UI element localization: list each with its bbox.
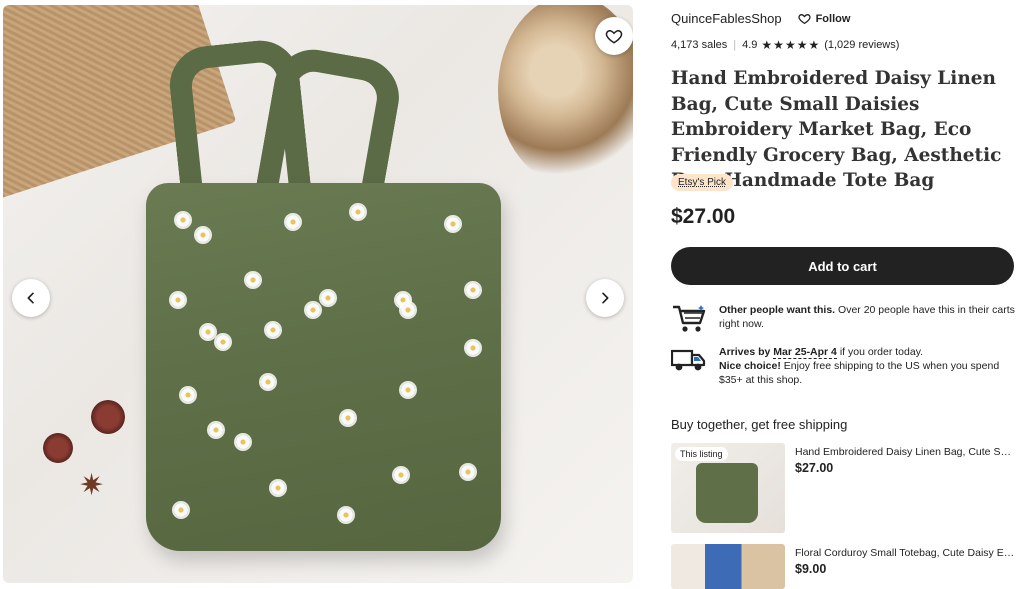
arrives-text: if you order today. [836,346,924,358]
this-listing-tag: This listing [675,447,728,461]
sales-count: 4,173 sales [671,39,728,51]
buy-together-item-price: $9.00 [795,562,827,576]
buy-together-title: Buy together, get free shipping [671,417,848,432]
tote-bag-image [146,183,501,551]
shipping-title: Nice choice! [719,360,781,372]
delivery-date[interactable]: Mar 25-Apr 4 [773,346,837,359]
buy-together-thumbnail[interactable] [671,544,785,589]
follow-shop-button[interactable]: Follow [797,12,851,25]
listing-image-gallery[interactable]: ✷ [3,5,633,583]
dried-rose-decoration [43,433,73,463]
heart-icon [605,29,623,44]
star-rating-icon: ★★★★★ [761,38,821,52]
next-image-button[interactable] [586,279,624,317]
stats-divider: | [733,39,737,51]
buy-together-item[interactable]: This listing Hand Embroidered Daisy Line… [671,443,1017,535]
add-to-cart-button[interactable]: Add to cart [671,247,1014,285]
heart-icon [797,14,811,25]
arrives-label: Arrives by [719,346,771,358]
demand-title: Other people want this. [719,304,836,316]
buy-together-thumbnail[interactable]: This listing [671,443,785,533]
chevron-left-icon [27,292,34,304]
favorite-button[interactable] [595,17,633,55]
etsys-pick-badge[interactable]: Etsy's Pick [671,174,734,191]
tote-bag-image [696,463,758,523]
rating-value: 4.9 [742,39,758,51]
demand-notice: Other people want this. Over 20 people h… [671,303,1016,340]
shop-stats: 4,173 sales | 4.9 ★★★★★ (1,029 reviews) [671,38,899,52]
shop-name-link[interactable]: QuinceFablesShop [671,11,782,26]
buy-together-item-name[interactable]: Hand Embroidered Daisy Linen Bag, Cute S… [795,446,1017,458]
buy-together-item-price: $27.00 [795,461,834,475]
follow-label: Follow [815,12,851,25]
star-anise-decoration: ✷ [79,469,105,502]
delivery-truck-icon [670,345,707,387]
shipping-notice: Arrives by Mar 25-Apr 4 if you order tod… [670,345,1016,387]
shop-header: QuinceFablesShop Follow [671,11,971,26]
shopping-cart-icon [671,303,707,340]
previous-image-button[interactable] [12,279,50,317]
reviews-link[interactable]: (1,029 reviews) [824,39,899,51]
buy-together-item[interactable]: Floral Corduroy Small Totebag, Cute Dais… [671,544,1017,589]
buy-together-item-name[interactable]: Floral Corduroy Small Totebag, Cute Dais… [795,547,1017,559]
chevron-right-icon [602,292,609,304]
dried-rose-decoration [91,400,125,434]
listing-price: $27.00 [671,205,736,228]
